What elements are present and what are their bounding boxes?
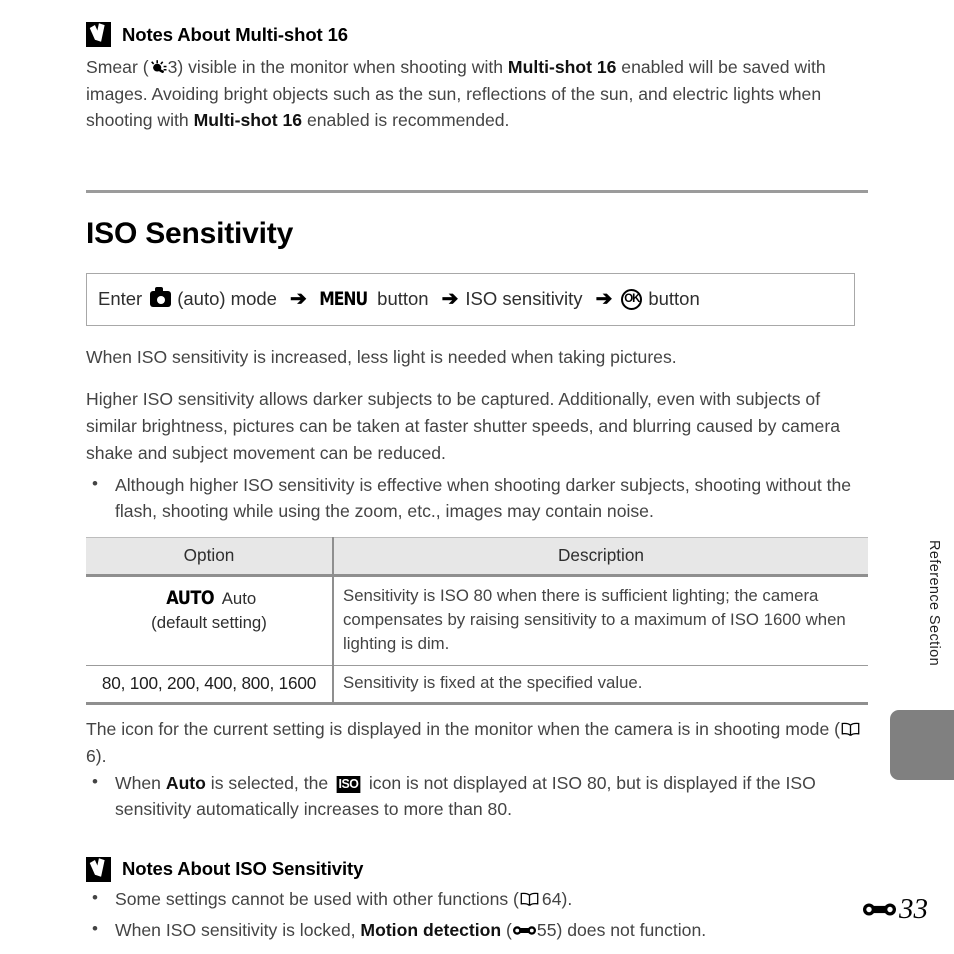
bottom-bullet-2-text-2: ( [501, 919, 512, 940]
top-note-text-2: ) visible in the monitor when shooting w… [177, 57, 508, 77]
top-note-paragraph: Smear ( 3) visible in the monitor when sh… [86, 54, 861, 134]
bottom-bullet-2-bold: Motion detection [360, 919, 502, 940]
bottom-bullet-1-text-1: Some settings cannot be used with other … [115, 888, 519, 909]
after-table-text-1: The icon for the current setting is disp… [86, 718, 840, 739]
caution-check-icon [86, 856, 111, 882]
cell-option-fixed: 80, 100, 200, 400, 800, 1600 [86, 665, 334, 705]
navigation-path-box: Enter (auto) mode ➔ MENU button ➔ ISO se… [86, 272, 855, 326]
table-header-row: Option Description [86, 536, 868, 577]
body-bullet-list: Although higher ISO sensitivity is effec… [86, 471, 868, 524]
bottom-note-block: Notes About ISO Sensitivity Some setting… [86, 856, 868, 943]
ok-button-icon: OK [621, 288, 643, 310]
cell-description-fixed: Sensitivity is fixed at the specified va… [333, 665, 868, 705]
auto-option-label: Auto [221, 588, 257, 608]
table-row: AUTO Auto (default setting) Sensitivity … [86, 575, 868, 666]
iso-bullet-text-2: is selected, the [205, 772, 334, 793]
page-number: 33 [863, 893, 928, 926]
top-note-block: Notes About Multi-shot 16 Smear ( 3) visi… [86, 22, 868, 134]
after-table-bullet-list: When Auto is selected, the ISO icon is n… [86, 769, 868, 822]
section-divider [86, 189, 868, 193]
bottom-bullet-2-text-1: When ISO sensitivity is locked, [115, 919, 361, 940]
arrow-right-icon-1: ➔ [289, 288, 307, 310]
smear-bulb-icon [150, 60, 167, 76]
top-note-header: Notes About Multi-shot 16 [86, 22, 868, 47]
caution-check-icon [86, 22, 111, 47]
column-header-description: Description [333, 536, 868, 577]
side-tab-label: Reference Section [926, 540, 942, 667]
reference-section-icon [863, 900, 896, 919]
fixed-iso-values: 80, 100, 200, 400, 800, 1600 [101, 672, 317, 693]
column-header-option: Option [86, 536, 334, 577]
auto-option-sub: (default setting) [151, 612, 267, 632]
cell-option-auto: AUTO Auto (default setting) [86, 575, 334, 666]
iso-bullet-bold: Auto [165, 772, 206, 793]
bottom-note-bullet-list: Some settings cannot be used with other … [86, 885, 868, 943]
iso-bullet-text-1: When [115, 772, 166, 793]
menu-button-icon: MENU [318, 288, 368, 310]
iso-options-table: Option Description AUTO Auto (default se… [86, 536, 868, 705]
side-tab-marker [890, 710, 954, 780]
arrow-right-icon-2: ➔ [441, 288, 459, 310]
bottom-bullet-2-ref: 55 [536, 919, 557, 940]
top-note-title: Notes About Multi-shot 16 [122, 23, 348, 45]
nav-iso-sensitivity-label: ISO sensitivity [465, 288, 583, 309]
after-table-text-2: ). [95, 745, 107, 766]
auto-option-line: AUTO Auto [95, 584, 323, 611]
after-table-paragraph: The icon for the current setting is disp… [86, 716, 868, 770]
arrow-right-icon-3: ➔ [595, 288, 613, 310]
nav-menu-button-label: button [377, 288, 429, 309]
nav-enter-label: Enter [98, 288, 143, 309]
iso-indicator-icon: ISO [336, 775, 361, 793]
list-item: Some settings cannot be used with other … [86, 885, 868, 912]
list-item: When Auto is selected, the ISO icon is n… [86, 769, 868, 822]
nav-ok-button-label: button [648, 288, 700, 309]
top-note-text-4: enabled is recommended. [302, 110, 510, 130]
body-paragraph-1: When ISO sensitivity is increased, less … [86, 346, 677, 367]
navigation-path: Enter (auto) mode ➔ MENU button ➔ ISO se… [98, 287, 706, 310]
bottom-bullet-1-ref: 64 [541, 888, 562, 909]
top-note-bold-2: Multi-shot 16 [193, 110, 303, 130]
bottom-note-title: Notes About ISO Sensitivity [122, 858, 364, 879]
manual-page: Notes About Multi-shot 16 Smear ( 3) visi… [0, 0, 954, 954]
top-note-text-1: Smear ( [86, 57, 149, 77]
book-reference-icon [841, 722, 860, 737]
reference-section-icon [512, 924, 536, 937]
bottom-bullet-2-text-3: ) does not function. [556, 919, 707, 940]
body-paragraph-2: Higher ISO sensitivity allows darker sub… [86, 388, 840, 463]
nav-mode-label: (auto) mode [177, 288, 277, 309]
camera-auto-mode-icon [150, 287, 172, 307]
list-item: Although higher ISO sensitivity is effec… [86, 471, 868, 524]
page-title: ISO Sensitivity [86, 216, 294, 250]
top-note-page-ref: 3 [167, 57, 178, 77]
bottom-bullet-1-text-2: ). [561, 888, 573, 909]
table-row: 80, 100, 200, 400, 800, 1600 Sensitivity… [86, 665, 868, 705]
bottom-note-header: Notes About ISO Sensitivity [86, 856, 868, 882]
cell-description-auto: Sensitivity is ISO 80 when there is suff… [333, 575, 868, 666]
list-item: When ISO sensitivity is locked, Motion d… [86, 916, 868, 943]
page-content: Notes About Multi-shot 16 Smear ( 3) visi… [86, 22, 868, 948]
auto-iso-icon: AUTO [165, 586, 214, 609]
book-reference-icon [520, 892, 539, 907]
after-table-page-ref: 6 [86, 745, 96, 766]
top-note-bold-1: Multi-shot 16 [507, 57, 617, 77]
page-number-value: 33 [899, 893, 928, 925]
